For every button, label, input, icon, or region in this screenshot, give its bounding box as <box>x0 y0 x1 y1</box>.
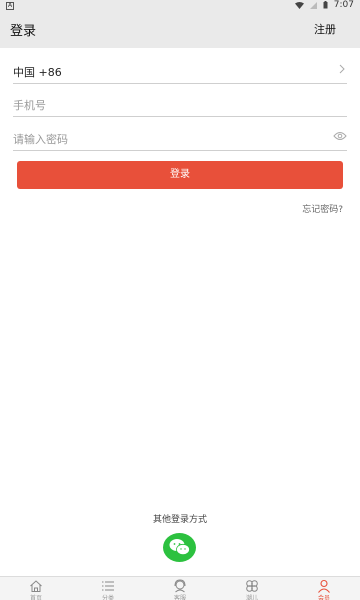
wechat-icon <box>169 539 190 556</box>
list-icon <box>102 581 114 591</box>
password-placeholder: 请输入密码 <box>13 133 68 146</box>
other-login-label: 其他登录方式 <box>152 515 207 525</box>
tab-service-label: 客服 <box>173 595 186 600</box>
tab-home-label: 首页 <box>29 595 42 600</box>
user-icon <box>318 579 330 593</box>
tab-trend[interactable]: 潮儿 <box>216 577 288 600</box>
eye-icon[interactable] <box>333 131 347 141</box>
country-code-value: 中国 +86 <box>13 66 62 79</box>
tab-member-label: 会员 <box>317 595 330 600</box>
tab-member[interactable]: 会员 <box>288 577 360 600</box>
status-left: A <box>6 0 14 10</box>
tab-home[interactable]: 首页 <box>0 577 72 600</box>
tab-trend-label: 潮儿 <box>245 595 258 600</box>
country-code-selector[interactable]: 中国 +86 <box>13 60 347 84</box>
home-icon <box>30 580 42 592</box>
tab-category-label: 分类 <box>101 595 114 600</box>
register-link[interactable]: 注册 <box>314 21 336 37</box>
phone-field[interactable]: 手机号 <box>13 93 347 117</box>
status-time: 7:07 <box>333 0 354 10</box>
wifi-icon <box>294 1 304 9</box>
page-title: 登录 <box>10 24 37 39</box>
tab-service[interactable]: 客服 <box>144 577 216 600</box>
password-field[interactable]: 请输入密码 <box>13 127 347 151</box>
chevron-right-icon <box>339 64 345 74</box>
phone-placeholder: 手机号 <box>13 99 46 112</box>
wechat-login-button[interactable] <box>163 533 196 562</box>
login-button[interactable]: 登录 <box>17 161 343 189</box>
clover-icon <box>246 580 258 592</box>
status-right: 7:07 <box>294 0 354 10</box>
forgot-password-link[interactable]: 忘记密码? <box>302 202 343 215</box>
app-bar: 登录 注册 <box>0 10 360 48</box>
app-notification-icon: A <box>6 2 14 10</box>
signal-icon <box>309 1 317 9</box>
tab-category[interactable]: 分类 <box>72 577 144 600</box>
status-bar: A 7:07 <box>0 0 360 10</box>
battery-icon <box>323 1 328 9</box>
bottom-tab-bar: 首页 分类 客服 潮儿 会员 <box>0 576 360 600</box>
service-icon <box>174 579 186 593</box>
